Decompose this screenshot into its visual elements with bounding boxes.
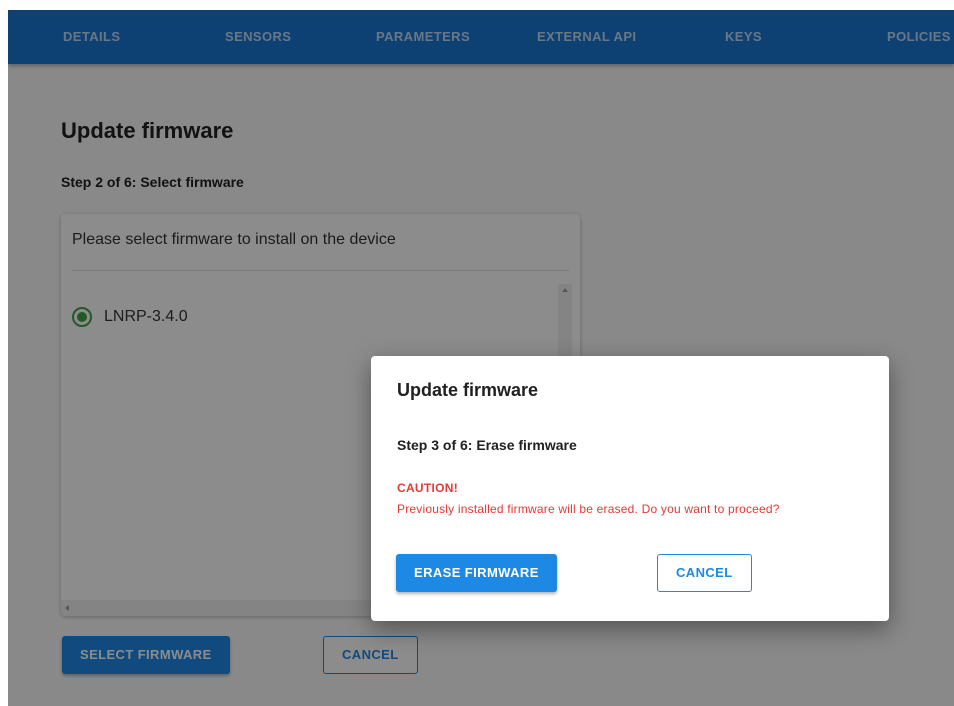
- warning-message: Previously installed firmware will be er…: [397, 502, 780, 516]
- dialog-title: Update firmware: [397, 380, 539, 400]
- dialog-cancel-button[interactable]: CANCEL: [657, 554, 752, 592]
- caution-label: CAUTION!: [397, 481, 459, 495]
- erase-firmware-button[interactable]: ERASE FIRMWARE: [396, 554, 557, 592]
- dialog-step-label: Step 3 of 6: Erase firmware: [397, 437, 577, 453]
- erase-firmware-dialog: Update firmware Step 3 of 6: Erase firmw…: [371, 356, 889, 621]
- app-frame: DETAILS SENSORS PARAMETERS EXTERNAL API …: [8, 10, 954, 706]
